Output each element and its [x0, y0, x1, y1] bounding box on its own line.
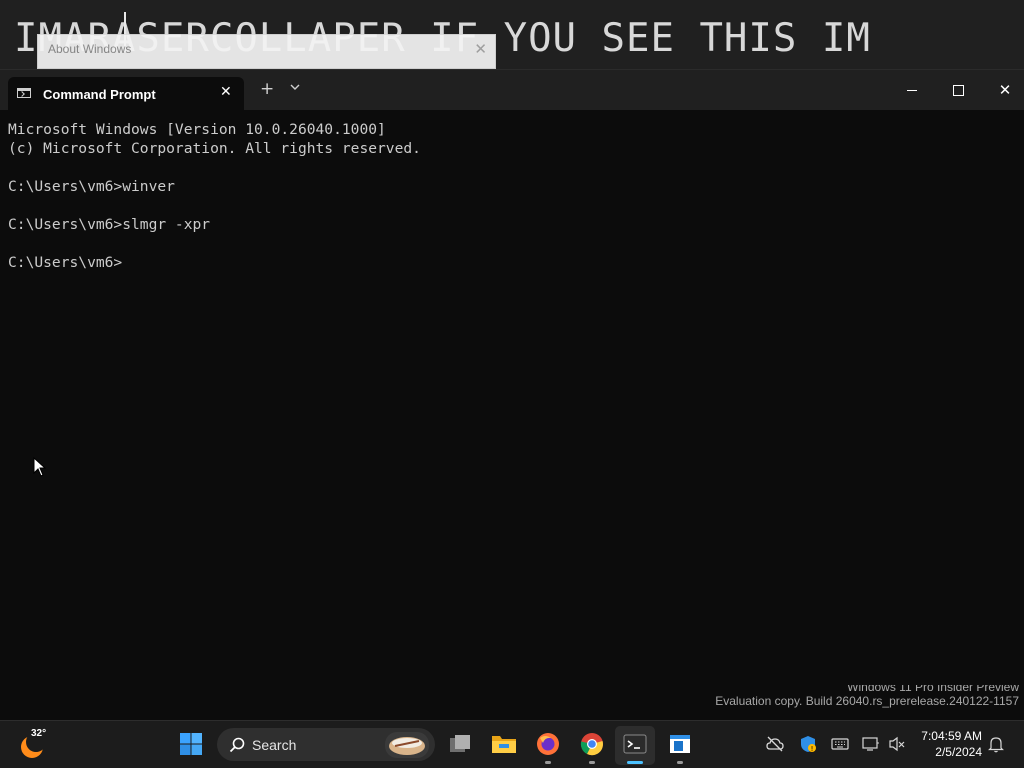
task-view-icon	[450, 735, 470, 752]
network-icon	[862, 737, 879, 751]
tab-dropdown-button[interactable]	[290, 83, 300, 94]
watermark-build: Evaluation copy. Build 26040.rs_prerelea…	[715, 694, 1019, 708]
maximize-icon	[952, 84, 964, 96]
file-explorer-icon	[492, 736, 516, 753]
maximize-button[interactable]	[946, 78, 970, 102]
new-tab-button[interactable]: +	[260, 80, 274, 98]
firefox-button[interactable]	[536, 732, 560, 756]
clock-time: 7:04:59 AM	[921, 729, 982, 743]
volume-muted-icon	[889, 736, 905, 752]
task-view-button[interactable]	[448, 732, 472, 756]
start-button[interactable]	[179, 732, 203, 756]
terminal-active-indicator	[627, 761, 643, 764]
defender-icon: !	[801, 736, 816, 753]
defender-button[interactable]: !	[799, 735, 817, 753]
watermark-edition: Windows 11 Pro Insider Preview	[847, 685, 1019, 693]
about-windows-close-button[interactable]: ✕	[474, 40, 487, 58]
about-windows-dialog[interactable]: About Windows ✕	[37, 34, 496, 69]
chrome-running-indicator	[589, 761, 595, 764]
tab-close-button[interactable]: ✕	[220, 84, 232, 100]
firefox-icon	[537, 733, 559, 755]
console-line: C:\Users\vm6>slmgr -xpr	[8, 216, 211, 233]
notepad-button[interactable]	[668, 732, 692, 756]
evaluation-watermark: Windows 11 Pro Insider Preview Evaluatio…	[715, 685, 1019, 709]
search-highlight-image	[385, 732, 429, 758]
cloud-off-icon	[766, 736, 784, 752]
tab-command-prompt[interactable]: Command Prompt ✕	[8, 77, 244, 110]
chevron-down-icon	[290, 84, 300, 90]
firefox-running-indicator	[545, 761, 551, 764]
terminal-icon	[623, 734, 647, 754]
network-button[interactable]	[862, 735, 880, 753]
mouse-pointer-icon	[33, 457, 47, 477]
taskbar: 32° Search ! 7:04:59 AM 2/5/2024	[0, 720, 1024, 768]
close-button[interactable]: ✕	[993, 78, 1017, 102]
onedrive-button[interactable]	[766, 735, 784, 753]
terminal-tab-bar: Command Prompt ✕ + ✕	[0, 70, 1024, 110]
keyboard-icon	[831, 738, 849, 750]
search-label: Search	[252, 737, 297, 753]
svg-text:!: !	[811, 745, 814, 753]
console-line: (c) Microsoft Corporation. All rights re…	[8, 140, 421, 157]
search-icon	[229, 737, 245, 753]
minimize-button[interactable]	[900, 78, 924, 102]
minimize-icon	[907, 89, 917, 91]
volume-button[interactable]	[888, 735, 906, 753]
clock-date: 2/5/2024	[935, 745, 982, 759]
keyboard-button[interactable]	[831, 735, 849, 753]
notifications-button[interactable]	[987, 735, 1005, 753]
terminal-taskbar-icon-wrap[interactable]	[623, 732, 647, 756]
tab-title: Command Prompt	[43, 87, 156, 102]
chrome-button[interactable]	[580, 732, 604, 756]
console-line: Microsoft Windows [Version 10.0.26040.10…	[8, 121, 386, 138]
bell-icon	[988, 737, 1004, 753]
chrome-icon	[580, 733, 603, 756]
console-line: C:\Users\vm6>	[8, 254, 123, 271]
taskbar-search-box[interactable]: Search	[217, 728, 435, 761]
notepad-icon	[670, 735, 690, 753]
notepad-running-indicator	[677, 761, 683, 764]
console-line: C:\Users\vm6>winver	[8, 178, 175, 195]
about-windows-title: About Windows	[48, 42, 132, 56]
start-icon	[180, 733, 202, 755]
weather-temperature: 32°	[31, 728, 47, 739]
console-output[interactable]: Microsoft Windows [Version 10.0.26040.10…	[8, 120, 421, 272]
taskbar-clock[interactable]: 7:04:59 AM 2/5/2024	[912, 728, 982, 760]
search-highlight-icon	[389, 737, 425, 755]
terminal-window[interactable]: Command Prompt ✕ + ✕ Microsoft Windows […	[0, 69, 1024, 694]
file-explorer-button[interactable]	[491, 732, 516, 756]
cmd-icon	[17, 88, 31, 98]
